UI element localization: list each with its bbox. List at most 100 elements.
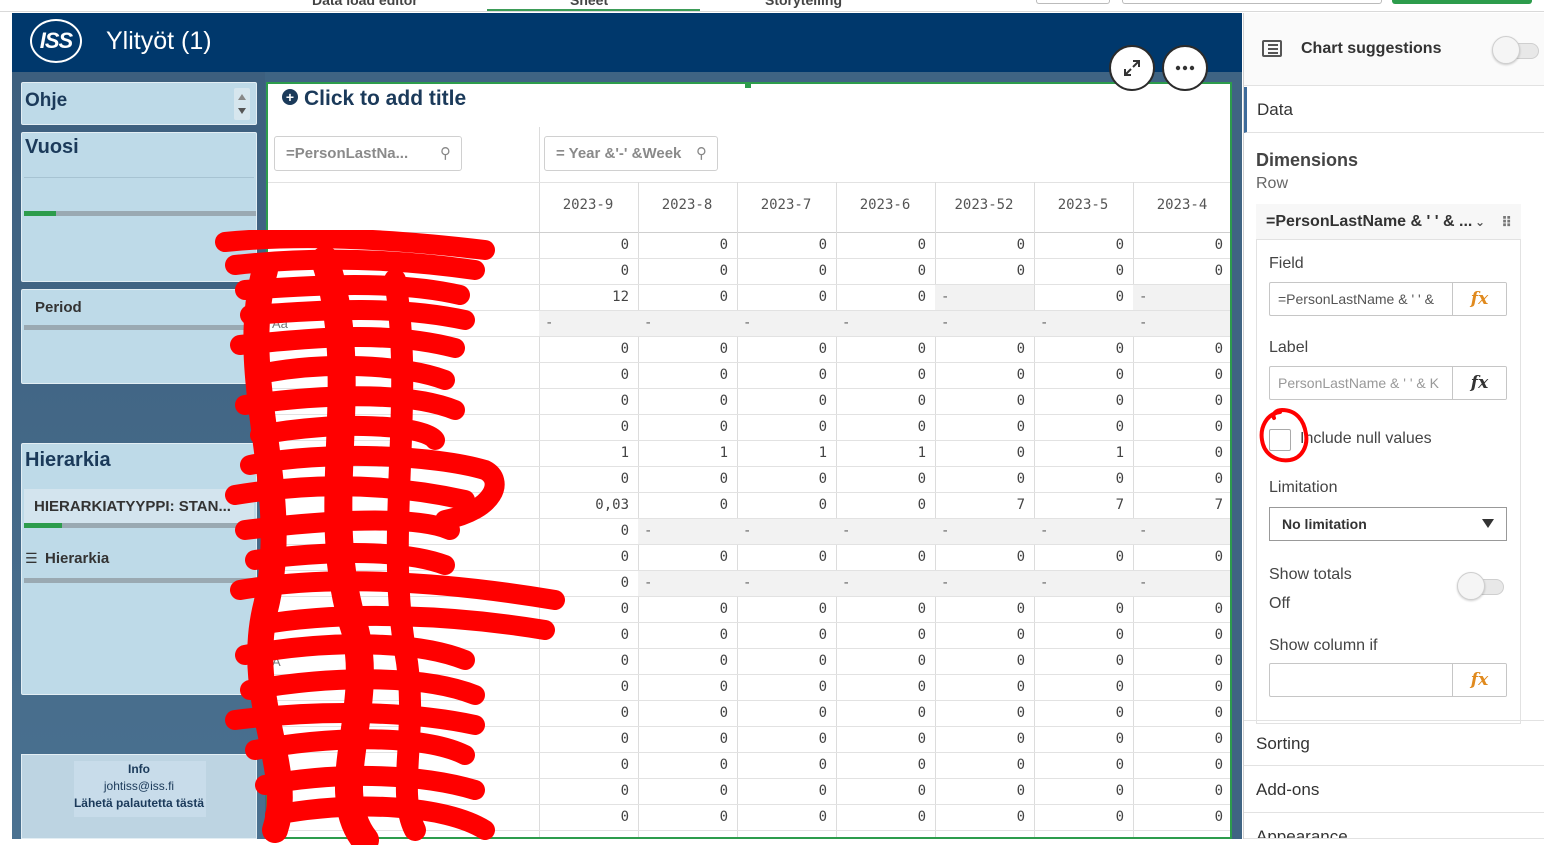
done-editing-button[interactable] bbox=[1392, 0, 1532, 4]
pivot-table[interactable]: + Click to add title =PersonLastNa... ⚲ =… bbox=[266, 82, 1232, 839]
table-cell: 0 bbox=[1016, 653, 1025, 669]
toolbar-button[interactable] bbox=[1036, 0, 1110, 4]
table-cell: 0 bbox=[1214, 731, 1223, 747]
search-icon[interactable]: ⚲ bbox=[440, 137, 451, 170]
toolbar-button-group[interactable] bbox=[1122, 0, 1382, 4]
table-cell: - bbox=[1034, 571, 1133, 596]
table-cell: 0 bbox=[818, 783, 827, 799]
table-row: 0 0 0 0 0 0 0 bbox=[268, 389, 1230, 415]
resize-handle[interactable] bbox=[745, 84, 751, 88]
field-expression-text: =PersonLastName & ' ' & bbox=[1278, 291, 1434, 307]
column-dimension-search[interactable]: = Year &'-' &Week ⚲ bbox=[544, 136, 718, 171]
add-icon: + bbox=[282, 89, 298, 105]
table-cell: - bbox=[638, 311, 737, 336]
column-header[interactable]: 2023-7 bbox=[737, 197, 835, 213]
table-cell: 0 bbox=[620, 419, 629, 435]
row-dimension-search[interactable]: =PersonLastNa... ⚲ bbox=[274, 136, 462, 171]
table-cell: 0 bbox=[818, 419, 827, 435]
table-cell: 0 bbox=[1016, 549, 1025, 565]
appearance-section[interactable]: Appearance bbox=[1244, 814, 1544, 839]
column-header[interactable]: 2023-6 bbox=[836, 197, 934, 213]
tab-data-load-editor[interactable]: Data load editor bbox=[312, 0, 418, 8]
feedback-link[interactable]: Lähetä palautetta tästä bbox=[22, 795, 256, 812]
table-cell: 0 bbox=[1214, 679, 1223, 695]
tab-storytelling[interactable]: Storytelling bbox=[765, 0, 842, 8]
filter-period[interactable]: Period bbox=[21, 289, 257, 384]
label-input[interactable]: PersonLastName & ' ' & K fx bbox=[1269, 366, 1507, 400]
column-header[interactable]: 2023-52 bbox=[935, 197, 1033, 213]
hierarkia-list-header[interactable]: ☰ Hierarkia bbox=[25, 550, 109, 567]
table-cell: 0 bbox=[818, 263, 827, 279]
column-header[interactable]: 2023-5 bbox=[1034, 197, 1132, 213]
table-cell: 0 bbox=[620, 341, 629, 357]
table-cell: 0 bbox=[719, 653, 728, 669]
drag-handle-icon[interactable]: ⠿ bbox=[1501, 204, 1512, 240]
table-cell: 0 bbox=[1115, 601, 1124, 617]
row-search-text: =PersonLastNa... bbox=[286, 145, 409, 162]
dimension-item[interactable]: =PersonLastName & ' ' & ... ⌄ ⠿ bbox=[1256, 204, 1521, 240]
label-label: Label bbox=[1269, 339, 1309, 356]
table-row: A 0 0 0 0 0 0 0 bbox=[268, 649, 1230, 675]
filter-hierarkia[interactable]: Hierarkia HIERARKIATYYPPI: STAN... ☰ Hier… bbox=[21, 443, 257, 695]
include-null-label: Include null values bbox=[1300, 430, 1432, 447]
row-label[interactable]: A bbox=[272, 649, 281, 674]
table-row: 0 0 0 0 0 0 0 bbox=[268, 545, 1230, 571]
table-cell: 0 bbox=[917, 341, 926, 357]
table-cell: 0 bbox=[917, 627, 926, 643]
fx-icon[interactable]: fx bbox=[1452, 367, 1506, 399]
show-totals-toggle[interactable] bbox=[1457, 572, 1504, 600]
chevron-down-icon[interactable] bbox=[238, 108, 246, 114]
row-label[interactable]: A bbox=[272, 753, 281, 778]
addons-section[interactable]: Add-ons bbox=[1244, 767, 1544, 813]
table-cell: 0 bbox=[1016, 393, 1025, 409]
limitation-value: No limitation bbox=[1282, 516, 1367, 532]
table-cell: 1 bbox=[719, 445, 728, 461]
data-section-header[interactable]: Data bbox=[1244, 87, 1544, 133]
expand-icon[interactable] bbox=[1109, 45, 1155, 91]
table-cell: 0 bbox=[620, 653, 629, 669]
table-cell: 0 bbox=[818, 471, 827, 487]
hierarkiatyyppi-filter[interactable]: HIERARKIATYYPPI: STAN... bbox=[24, 489, 254, 525]
table-cell: 0 bbox=[620, 263, 629, 279]
include-null-checkbox[interactable] bbox=[1269, 429, 1291, 451]
table-cell: 0 bbox=[818, 549, 827, 565]
table-cell: 7 bbox=[1115, 497, 1124, 513]
filter-ohje[interactable]: Ohje bbox=[21, 82, 257, 125]
row-label[interactable]: Aa bbox=[272, 311, 288, 336]
object-title[interactable]: + Click to add title bbox=[282, 87, 466, 111]
chart-suggestions-label: Chart suggestions bbox=[1301, 40, 1442, 57]
table-cell: 0 bbox=[1016, 705, 1025, 721]
info-email[interactable]: johtiss@iss.fi bbox=[22, 778, 256, 795]
chart-suggestions-toggle[interactable] bbox=[1492, 36, 1539, 64]
column-header[interactable]: 2023-9 bbox=[539, 197, 637, 213]
chevron-down-icon[interactable]: ⌄ bbox=[1475, 204, 1485, 240]
column-header[interactable]: 2023-8 bbox=[638, 197, 736, 213]
show-column-if-input[interactable]: fx bbox=[1269, 663, 1507, 697]
table-cell: 0 bbox=[917, 653, 926, 669]
table-cell: 0 bbox=[917, 471, 926, 487]
table-cell: 0 bbox=[719, 263, 728, 279]
vuosi-listbox[interactable] bbox=[24, 177, 254, 213]
filter-vuosi[interactable]: Vuosi bbox=[21, 132, 257, 282]
chevron-up-icon[interactable] bbox=[238, 94, 246, 100]
table-cell: 0 bbox=[620, 393, 629, 409]
sorting-section[interactable]: Sorting bbox=[1244, 720, 1544, 766]
table-cell: 0 bbox=[620, 523, 629, 539]
search-icon[interactable]: ⚲ bbox=[696, 137, 707, 170]
limitation-select[interactable]: No limitation bbox=[1269, 507, 1507, 541]
fx-icon[interactable]: fx bbox=[1452, 283, 1506, 315]
more-options-icon[interactable] bbox=[1162, 45, 1208, 91]
column-header[interactable]: 2023-4 bbox=[1133, 197, 1230, 213]
scroll-stepper[interactable] bbox=[234, 88, 250, 120]
dropdown-arrow-icon bbox=[1482, 519, 1494, 528]
table-cell: 0 bbox=[917, 497, 926, 513]
table-cell: 0 bbox=[1115, 263, 1124, 279]
table-cell: - bbox=[935, 311, 1034, 336]
fx-icon[interactable]: fx bbox=[1452, 664, 1506, 696]
app-header: ISS Ylityöt (1) bbox=[12, 13, 1242, 72]
iss-logo: ISS bbox=[30, 19, 82, 63]
tab-sheet[interactable]: Sheet bbox=[570, 0, 608, 8]
table-cell: 0 bbox=[620, 705, 629, 721]
field-expression-input[interactable]: =PersonLastName & ' ' & fx bbox=[1269, 282, 1507, 316]
table-cell: 0 bbox=[1214, 549, 1223, 565]
